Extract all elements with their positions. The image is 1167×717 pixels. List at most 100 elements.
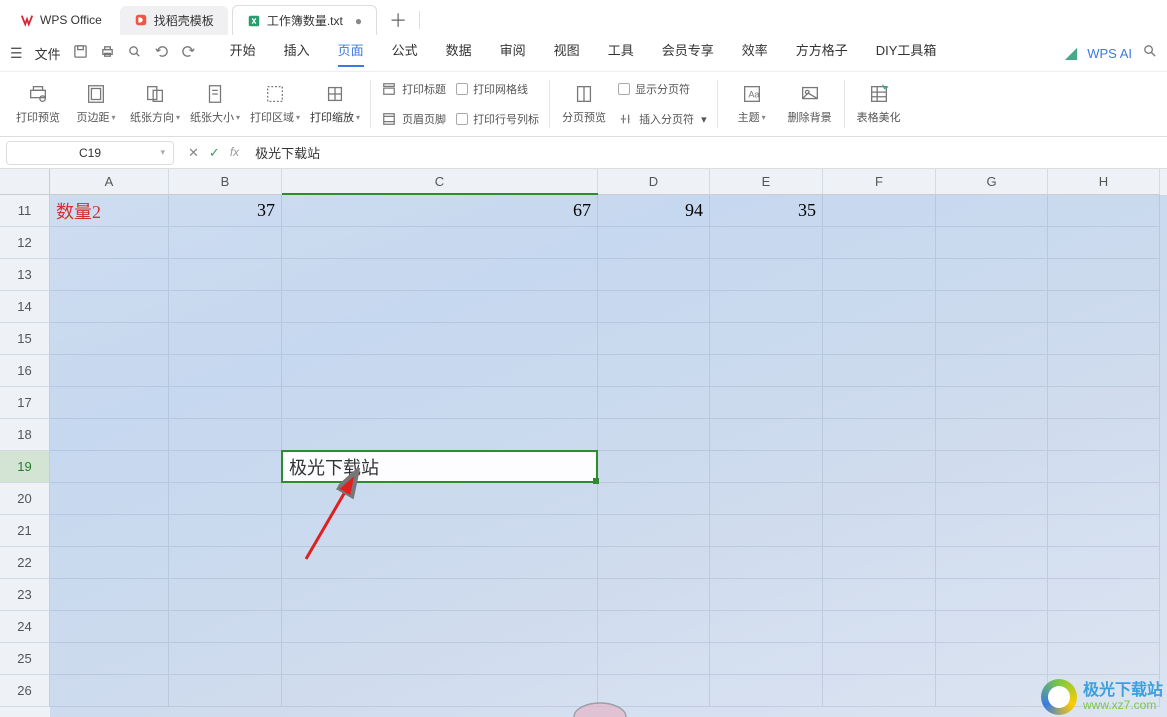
menu-tab-8[interactable]: 会员专享 <box>662 40 714 67</box>
print-rowcol-check[interactable]: 打印行号列标 <box>456 108 539 130</box>
cell-F23[interactable] <box>823 579 936 611</box>
row-header-15[interactable]: 15 <box>0 323 50 355</box>
print-preview-button[interactable]: 打印预览 <box>14 83 62 125</box>
cell-D16[interactable] <box>598 355 710 387</box>
menu-tab-2[interactable]: 页面 <box>338 40 364 67</box>
menu-tab-11[interactable]: DIY工具箱 <box>876 40 937 67</box>
menu-hamburger-icon[interactable]: ☰ <box>10 45 23 62</box>
cell-D14[interactable] <box>598 291 710 323</box>
cell-B16[interactable] <box>169 355 282 387</box>
col-header-B[interactable]: B <box>169 169 282 195</box>
cell-D21[interactable] <box>598 515 710 547</box>
cell-E16[interactable] <box>710 355 823 387</box>
cell-H22[interactable] <box>1048 547 1160 579</box>
wps-ai-button[interactable]: WPS AI <box>1087 46 1132 61</box>
row-header-21[interactable]: 21 <box>0 515 50 547</box>
cell-D24[interactable] <box>598 611 710 643</box>
cell-F13[interactable] <box>823 259 936 291</box>
cell-F16[interactable] <box>823 355 936 387</box>
cell-H24[interactable] <box>1048 611 1160 643</box>
preview-icon[interactable] <box>127 44 142 63</box>
cell-A24[interactable] <box>50 611 169 643</box>
fill-handle[interactable] <box>593 478 599 484</box>
row-header-25[interactable]: 25 <box>0 643 50 675</box>
print-title-button[interactable]: 打印标题 <box>381 78 446 100</box>
col-header-D[interactable]: D <box>598 169 710 195</box>
menu-tab-4[interactable]: 数据 <box>446 40 472 67</box>
print-scale-button[interactable]: 打印缩放▾ <box>310 83 360 125</box>
cell-G14[interactable] <box>936 291 1048 323</box>
row-header-14[interactable]: 14 <box>0 291 50 323</box>
cell-E14[interactable] <box>710 291 823 323</box>
menu-tab-10[interactable]: 方方格子 <box>796 40 848 67</box>
cell-C16[interactable] <box>282 355 598 387</box>
col-header-G[interactable]: G <box>936 169 1048 195</box>
row-header-20[interactable]: 20 <box>0 483 50 515</box>
row-header-23[interactable]: 23 <box>0 579 50 611</box>
cell-G19[interactable] <box>936 451 1048 483</box>
redo-icon[interactable] <box>181 44 196 63</box>
cell-E24[interactable] <box>710 611 823 643</box>
cell-E26[interactable] <box>710 675 823 707</box>
cell-G24[interactable] <box>936 611 1048 643</box>
row-header-26[interactable]: 26 <box>0 675 50 707</box>
cell-B17[interactable] <box>169 387 282 419</box>
cell-B15[interactable] <box>169 323 282 355</box>
col-header-A[interactable]: A <box>50 169 169 195</box>
select-all-corner[interactable] <box>0 169 50 195</box>
cell-H13[interactable] <box>1048 259 1160 291</box>
formula-input[interactable]: 极光下载站 <box>247 143 1167 162</box>
cell-E17[interactable] <box>710 387 823 419</box>
orientation-button[interactable]: 纸张方向▾ <box>130 83 180 125</box>
cell-H17[interactable] <box>1048 387 1160 419</box>
cell-D18[interactable] <box>598 419 710 451</box>
cell-F26[interactable] <box>823 675 936 707</box>
cell-H21[interactable] <box>1048 515 1160 547</box>
cell-C26[interactable] <box>282 675 598 707</box>
cell-G15[interactable] <box>936 323 1048 355</box>
page-preview-button[interactable]: 分页预览 <box>560 83 608 125</box>
cell-G16[interactable] <box>936 355 1048 387</box>
cell-F19[interactable] <box>823 451 936 483</box>
col-header-F[interactable]: F <box>823 169 936 195</box>
cell-F12[interactable] <box>823 227 936 259</box>
cell-F20[interactable] <box>823 483 936 515</box>
cell-D13[interactable] <box>598 259 710 291</box>
cell-B26[interactable] <box>169 675 282 707</box>
cell-B20[interactable] <box>169 483 282 515</box>
cell-B23[interactable] <box>169 579 282 611</box>
cell-H20[interactable] <box>1048 483 1160 515</box>
cell-F17[interactable] <box>823 387 936 419</box>
cell-B25[interactable] <box>169 643 282 675</box>
cell-E13[interactable] <box>710 259 823 291</box>
cell-E22[interactable] <box>710 547 823 579</box>
cell-D15[interactable] <box>598 323 710 355</box>
search-icon[interactable] <box>1142 43 1157 63</box>
menu-tab-5[interactable]: 审阅 <box>500 40 526 67</box>
cell-C24[interactable] <box>282 611 598 643</box>
cell-E11[interactable]: 35 <box>710 195 823 227</box>
cell-G25[interactable] <box>936 643 1048 675</box>
cell-A22[interactable] <box>50 547 169 579</box>
cell-G21[interactable] <box>936 515 1048 547</box>
cell-H16[interactable] <box>1048 355 1160 387</box>
cell-F18[interactable] <box>823 419 936 451</box>
cell-E25[interactable] <box>710 643 823 675</box>
menu-tab-1[interactable]: 插入 <box>284 40 310 67</box>
menu-tab-3[interactable]: 公式 <box>392 40 418 67</box>
cell-A15[interactable] <box>50 323 169 355</box>
cell-E19[interactable] <box>710 451 823 483</box>
insert-pagebreak-button[interactable]: 插入分页符▾ <box>618 108 707 130</box>
add-tab-button[interactable]: ＋ <box>381 3 415 37</box>
cell-F11[interactable] <box>823 195 936 227</box>
cell-F24[interactable] <box>823 611 936 643</box>
row-header-19[interactable]: 19 <box>0 451 50 483</box>
cell-C13[interactable] <box>282 259 598 291</box>
cell-E12[interactable] <box>710 227 823 259</box>
theme-button[interactable]: Aa 主题▾ <box>728 83 776 125</box>
cell-D25[interactable] <box>598 643 710 675</box>
cell-C12[interactable] <box>282 227 598 259</box>
cell-C18[interactable] <box>282 419 598 451</box>
file-menu[interactable]: 文件 <box>35 44 61 63</box>
tab-wps-office[interactable]: WPS Office <box>6 7 116 33</box>
